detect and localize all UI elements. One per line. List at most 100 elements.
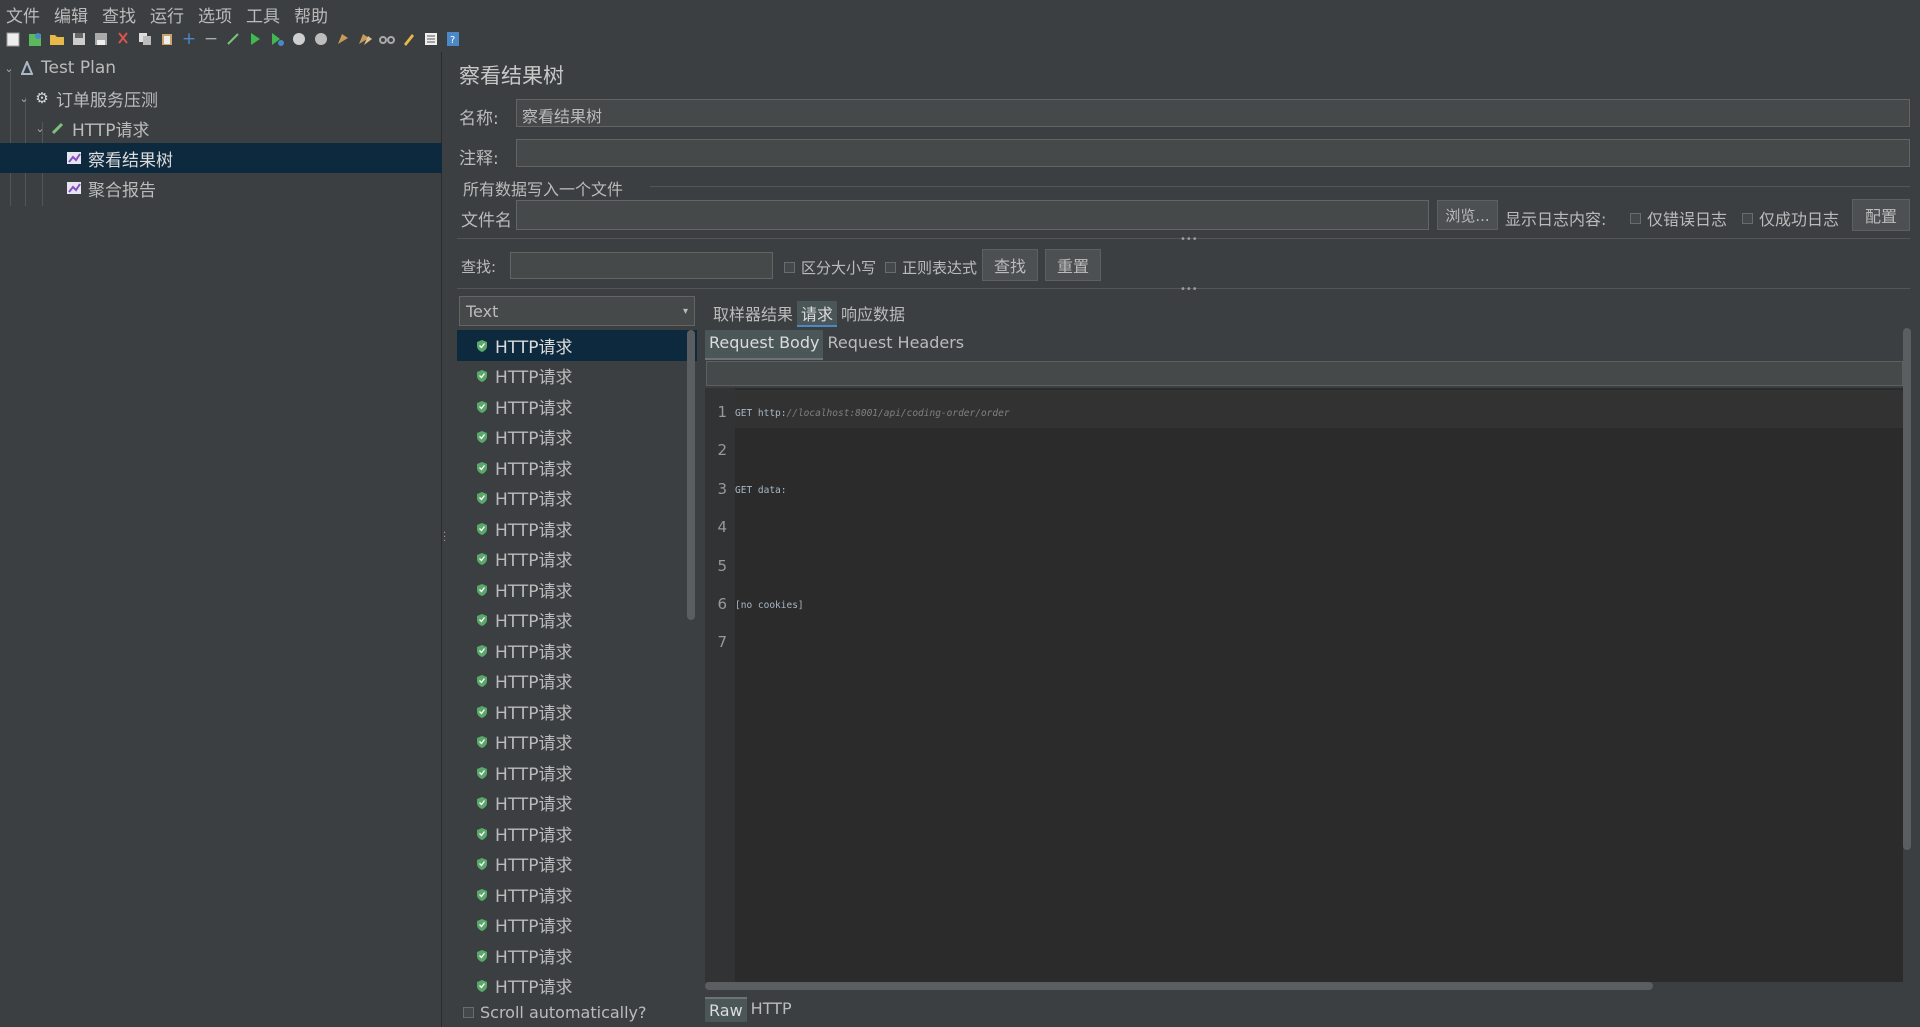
tab-request-body[interactable]: Request Body: [705, 330, 824, 360]
tab-request[interactable]: 请求: [797, 301, 838, 327]
chevron-down-icon[interactable]: ⌄: [18, 92, 30, 105]
find-button[interactable]: 查找: [982, 249, 1038, 281]
list-item[interactable]: HTTP请求: [457, 757, 697, 788]
list-item[interactable]: HTTP请求: [457, 879, 697, 910]
success-only-checkbox[interactable]: 仅成功日志: [1742, 206, 1839, 230]
success-shield-icon: [475, 796, 489, 810]
collapse-handle[interactable]: •••: [1180, 234, 1198, 245]
renderer-select[interactable]: Text ▾: [459, 296, 695, 326]
list-item[interactable]: HTTP请求: [457, 696, 697, 727]
list-item[interactable]: HTTP请求: [457, 666, 697, 697]
browse-button[interactable]: 浏览...: [1437, 200, 1498, 230]
list-item[interactable]: HTTP请求: [457, 940, 697, 971]
checkbox-box[interactable]: [784, 262, 795, 273]
list-item[interactable]: HTTP请求: [457, 910, 697, 941]
list-item[interactable]: HTTP请求: [457, 513, 697, 544]
success-shield-icon: [475, 521, 489, 535]
line-number: 1: [717, 403, 727, 421]
case-sensitive-checkbox[interactable]: 区分大小写: [784, 257, 876, 278]
tab-response-data[interactable]: 响应数据: [837, 301, 909, 327]
tree-item-http-request[interactable]: ⌄ HTTP请求: [0, 113, 442, 143]
start-no-pause-icon[interactable]: [268, 31, 286, 48]
list-item[interactable]: HTTP请求: [457, 361, 697, 392]
success-shield-icon: [475, 430, 489, 444]
request-body-editor[interactable]: [705, 388, 1903, 982]
comment-field[interactable]: [516, 139, 1910, 167]
configure-button[interactable]: 配置: [1852, 199, 1910, 231]
checkbox-box[interactable]: [1742, 212, 1753, 224]
checkbox-box[interactable]: [463, 1007, 474, 1018]
list-item[interactable]: HTTP请求: [457, 971, 697, 1002]
menu-run[interactable]: 运行: [150, 2, 184, 27]
expand-icon[interactable]: +: [180, 30, 198, 48]
list-item[interactable]: HTTP请求: [457, 422, 697, 453]
menu-edit[interactable]: 编辑: [54, 2, 88, 27]
menu-search[interactable]: 查找: [102, 2, 136, 27]
name-field[interactable]: 察看结果树: [516, 99, 1910, 127]
editor-horizontal-scrollbar[interactable]: [705, 982, 1653, 990]
stop-icon[interactable]: [290, 31, 308, 48]
tab-raw[interactable]: Raw: [705, 997, 747, 1022]
chevron-down-icon[interactable]: ⌄: [3, 62, 15, 75]
checkbox-box[interactable]: [885, 262, 896, 273]
tab-request-headers[interactable]: Request Headers: [823, 330, 968, 360]
scroll-automatically-checkbox[interactable]: Scroll automatically?: [463, 1003, 647, 1022]
list-item[interactable]: HTTP请求: [457, 391, 697, 422]
list-item[interactable]: HTTP请求: [457, 849, 697, 880]
collapse-handle[interactable]: •••: [1180, 284, 1198, 295]
help-icon[interactable]: ?: [444, 31, 462, 48]
paste-icon[interactable]: [158, 31, 176, 48]
editor-vertical-scrollbar[interactable]: [1903, 328, 1911, 850]
reset-search-icon[interactable]: [400, 31, 418, 48]
tab-sampler-result[interactable]: 取样器结果: [709, 301, 797, 327]
tree-item-view-results-tree[interactable]: 察看结果树: [0, 143, 442, 173]
list-item[interactable]: HTTP请求: [457, 483, 697, 514]
checkbox-label: Scroll automatically?: [480, 1003, 647, 1022]
tab-http[interactable]: HTTP: [747, 997, 796, 1022]
save-icon[interactable]: [70, 31, 88, 48]
list-item[interactable]: HTTP请求: [457, 452, 697, 483]
search-icon[interactable]: [378, 31, 396, 48]
clear-all-icon[interactable]: [356, 31, 374, 48]
list-item[interactable]: HTTP请求: [457, 788, 697, 819]
reset-button[interactable]: 重置: [1045, 249, 1101, 281]
list-item[interactable]: HTTP请求: [457, 574, 697, 605]
filename-field[interactable]: [516, 200, 1429, 230]
splitter-handle[interactable]: · · ·: [443, 529, 447, 547]
shutdown-icon[interactable]: [312, 31, 330, 48]
templates-icon[interactable]: [26, 31, 44, 48]
list-item[interactable]: HTTP请求: [457, 544, 697, 575]
list-item[interactable]: HTTP请求: [457, 330, 697, 361]
list-splitter[interactable]: [698, 296, 704, 1016]
save-as-icon[interactable]: [92, 31, 110, 48]
open-icon[interactable]: [48, 31, 66, 48]
chevron-down-icon[interactable]: ⌄: [34, 122, 46, 135]
start-icon[interactable]: [246, 31, 264, 48]
toggle-icon[interactable]: [224, 31, 242, 48]
code-url: //localhost:8001/api/coding-order/order: [786, 408, 1010, 419]
copy-icon[interactable]: [136, 31, 154, 48]
search-input[interactable]: [510, 252, 773, 279]
collapse-icon[interactable]: −: [202, 30, 220, 48]
tree-item-thread-group[interactable]: ⌄ ⚙ 订单服务压测: [0, 83, 442, 113]
list-item[interactable]: HTTP请求: [457, 727, 697, 758]
tree-item-aggregate-report[interactable]: 聚合报告: [0, 173, 442, 203]
clear-icon[interactable]: [334, 31, 352, 48]
function-helper-icon[interactable]: [422, 31, 440, 48]
view-mode-tabs: Raw HTTP: [705, 997, 796, 1022]
checkbox-box[interactable]: [1630, 212, 1641, 224]
list-scrollbar[interactable]: [687, 330, 695, 620]
menu-file[interactable]: 文件: [6, 2, 40, 27]
new-icon[interactable]: [4, 31, 22, 48]
chart-icon: [66, 180, 82, 196]
menu-help[interactable]: 帮助: [294, 2, 328, 27]
menu-tools[interactable]: 工具: [246, 2, 280, 27]
list-item[interactable]: HTTP请求: [457, 605, 697, 636]
list-item[interactable]: HTTP请求: [457, 635, 697, 666]
regex-checkbox[interactable]: 正则表达式: [885, 257, 977, 278]
tree-item-test-plan[interactable]: ⌄ Test Plan: [0, 53, 442, 83]
errors-only-checkbox[interactable]: 仅错误日志: [1630, 206, 1727, 230]
list-item[interactable]: HTTP请求: [457, 818, 697, 849]
cut-icon[interactable]: [114, 31, 132, 48]
menu-options[interactable]: 选项: [198, 2, 232, 27]
